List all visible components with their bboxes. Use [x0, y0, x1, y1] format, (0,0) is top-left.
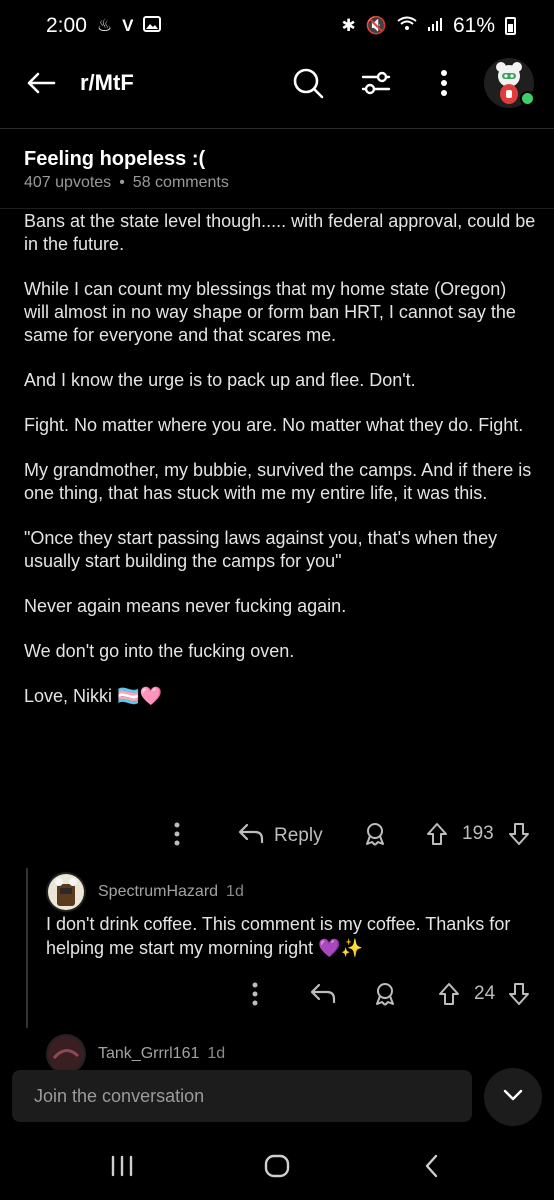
downvote-icon[interactable] [508, 822, 530, 846]
wifi-icon [397, 14, 417, 38]
reply-actions: 24 [0, 976, 554, 1016]
battery-icon [505, 17, 516, 35]
reply-label: Reply [274, 825, 323, 846]
reply-header: SpectrumHazard 1d [46, 872, 536, 912]
recents-icon[interactable] [100, 1144, 144, 1188]
comment-actions: Reply 193 [0, 816, 554, 856]
filter-icon[interactable] [356, 63, 396, 103]
more-vertical-icon[interactable] [424, 63, 464, 103]
verizon-icon: V [122, 16, 134, 35]
next-comment-avatar[interactable] [46, 1034, 86, 1074]
back-arrow-icon[interactable] [24, 66, 58, 100]
top-app-bar: r/MtF [0, 52, 554, 114]
collapse-thread-button[interactable] [484, 1068, 542, 1126]
reply-reply-icon[interactable] [310, 982, 336, 1004]
comment-paragraph: Fight. No matter where you are. No matte… [24, 415, 524, 435]
upvote-icon[interactable] [426, 822, 448, 846]
next-comment-time: 1d [207, 1045, 226, 1062]
reply-more-icon[interactable] [252, 982, 258, 1006]
reply-avatar[interactable] [46, 872, 86, 912]
award-icon[interactable] [364, 822, 386, 846]
post-header-divider [0, 208, 554, 209]
system-back-icon[interactable] [410, 1144, 454, 1188]
comment-paragraph: "Once they start passing laws against yo… [24, 528, 498, 571]
comment-count: 58 comments [132, 174, 229, 191]
comment-paragraph: While I can count my blessings that my h… [24, 279, 516, 345]
status-time: 2:00 [46, 14, 87, 37]
comment-paragraph: Never again means never fucking again. [24, 596, 347, 616]
notification-icon: ♨ [96, 16, 113, 35]
reply-comment: SpectrumHazard 1d I don't drink coffee. … [46, 872, 536, 960]
join-conversation-placeholder: Join the conversation [34, 1085, 205, 1106]
meta-separator: • [119, 174, 125, 191]
reply-downvote-icon[interactable] [508, 982, 530, 1006]
battery-percent: 61% [452, 14, 495, 37]
reply-time: 1d [226, 883, 244, 900]
comment-more-icon[interactable] [174, 822, 180, 846]
post-meta: 407 upvotes • 58 comments [24, 174, 530, 192]
search-icon[interactable] [288, 63, 328, 103]
header-divider [0, 128, 554, 129]
comment-paragraph: We don't go into the fucking oven. [24, 641, 295, 661]
system-nav-bar [0, 1130, 554, 1200]
bluetooth-icon: ✱ [341, 16, 356, 35]
gallery-icon [143, 14, 162, 38]
comment-score: 193 [462, 823, 494, 844]
comment-paragraph: My grandmother, my bubbie, survived the … [24, 460, 532, 503]
status-left: 2:00 ♨ V [46, 14, 162, 38]
user-avatar[interactable] [484, 58, 535, 108]
reply-icon [238, 822, 264, 850]
status-right: ✱ 🔇 61% [342, 14, 516, 38]
post-title[interactable]: Feeling hopeless :( [24, 146, 530, 172]
next-comment-username[interactable]: Tank_Grrrl161 [98, 1045, 199, 1063]
comment-paragraph: Bans at the state level though..... with… [24, 211, 536, 254]
reply-award-icon[interactable] [374, 982, 396, 1006]
comment-paragraph: And I know the urge is to pack up and fl… [24, 370, 416, 390]
reply-upvote-icon[interactable] [438, 982, 460, 1006]
mute-icon: 🔇 [365, 16, 387, 35]
reply-button[interactable]: Reply [238, 822, 323, 850]
reply-body: I don't drink coffee. This comment is my… [46, 914, 511, 958]
comment-paragraph: Love, Nikki 🏳️‍⚧️🩷 [24, 686, 162, 706]
upvote-count: 407 upvotes [24, 174, 112, 191]
subreddit-name[interactable]: r/MtF [80, 70, 260, 96]
reply-score: 24 [474, 983, 496, 1004]
join-conversation-input[interactable]: Join the conversation [12, 1070, 472, 1122]
home-icon[interactable] [255, 1144, 299, 1188]
online-status-dot [520, 91, 535, 106]
post-header[interactable]: Feeling hopeless :( 407 upvotes • 58 com… [24, 146, 530, 192]
chevron-down-icon [503, 1088, 523, 1106]
next-comment-header: Tank_Grrrl161 1d [46, 1034, 225, 1074]
signal-icon [427, 14, 443, 38]
reply-username[interactable]: SpectrumHazard [98, 883, 218, 901]
comment-body: Bans at the state level though..... with… [24, 210, 536, 730]
status-bar: 2:00 ♨ V ✱ 🔇 61% [0, 0, 554, 52]
